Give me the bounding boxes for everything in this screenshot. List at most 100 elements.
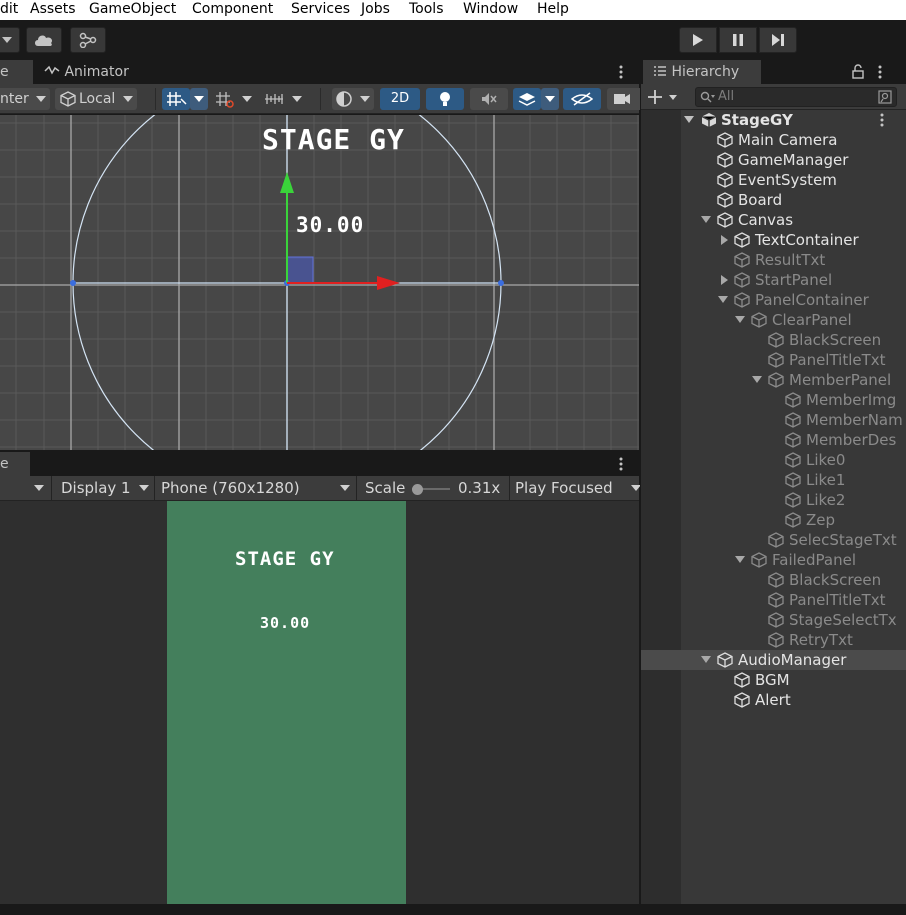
hierarchy-item[interactable]: Like0 bbox=[641, 450, 906, 470]
hierarchy-item[interactable]: PanelTitleTxt bbox=[641, 590, 906, 610]
chevron-down-icon[interactable] bbox=[701, 655, 711, 665]
menu-edit[interactable]: dit bbox=[0, 0, 18, 18]
play-button[interactable] bbox=[679, 27, 717, 53]
account-dropdown-button[interactable] bbox=[0, 27, 20, 53]
grid-toggle[interactable] bbox=[212, 88, 238, 110]
menu-help[interactable]: Help bbox=[537, 0, 569, 18]
lighting-toggle[interactable] bbox=[426, 88, 464, 110]
version-control-button[interactable] bbox=[70, 27, 106, 53]
hierarchy-item[interactable]: MemberDes bbox=[641, 430, 906, 450]
effects-dropdown[interactable] bbox=[541, 88, 559, 110]
search-options-icon bbox=[878, 90, 892, 104]
hierarchy-item[interactable]: ResultTxt bbox=[641, 250, 906, 270]
hierarchy-item[interactable]: FailedPanel bbox=[641, 550, 906, 570]
pivot-dropdown[interactable]: nter bbox=[0, 88, 50, 110]
game-mode-dropdown[interactable] bbox=[0, 476, 50, 501]
chevron-down-icon[interactable] bbox=[735, 315, 745, 325]
game-more-menu-icon[interactable] bbox=[616, 456, 626, 472]
resolution-label: Phone (760x1280) bbox=[161, 479, 300, 497]
tab-scene[interactable]: e bbox=[0, 60, 33, 84]
gameobject-cube-icon bbox=[717, 652, 733, 668]
menu-component[interactable]: Component bbox=[192, 0, 273, 18]
hierarchy-item-label: FailedPanel bbox=[772, 551, 856, 569]
hierarchy-item[interactable]: PanelContainer bbox=[641, 290, 906, 310]
hierarchy-item[interactable]: TextContainer bbox=[641, 230, 906, 250]
scene-more-icon[interactable] bbox=[877, 113, 887, 127]
cloud-button[interactable] bbox=[26, 27, 62, 53]
hierarchy-item[interactable]: Like1 bbox=[641, 470, 906, 490]
hierarchy-item[interactable]: Zep bbox=[641, 510, 906, 530]
scene-tab-bar: e Animator bbox=[0, 60, 639, 84]
game-view[interactable]: STAGE GY 30.00 bbox=[0, 501, 639, 904]
hierarchy-item[interactable]: StartPanel bbox=[641, 270, 906, 290]
menu-assets[interactable]: Assets bbox=[30, 0, 76, 18]
chevron-down-icon[interactable] bbox=[735, 555, 745, 565]
mute-icon bbox=[482, 93, 497, 105]
tab-game[interactable]: e bbox=[0, 452, 30, 476]
hierarchy-item[interactable]: ClearPanel bbox=[641, 310, 906, 330]
hierarchy-item[interactable]: Alert bbox=[641, 690, 906, 710]
menu-jobs[interactable]: Jobs bbox=[361, 0, 390, 18]
create-dropdown[interactable] bbox=[647, 87, 681, 107]
chevron-down-icon[interactable] bbox=[701, 215, 711, 225]
effects-toggle[interactable] bbox=[513, 88, 541, 110]
chevron-down-icon[interactable] bbox=[718, 295, 728, 305]
hierarchy-item[interactable]: Board bbox=[641, 190, 906, 210]
chevron-down-icon bbox=[123, 96, 133, 102]
resolution-dropdown[interactable]: Phone (760x1280) bbox=[161, 476, 355, 501]
scale-slider[interactable] bbox=[412, 484, 450, 495]
hierarchy-item[interactable]: PanelTitleTxt bbox=[641, 350, 906, 370]
pause-button[interactable] bbox=[719, 27, 757, 53]
list-icon bbox=[654, 66, 666, 76]
grid-dropdown[interactable] bbox=[238, 88, 256, 110]
hidden-objects-toggle[interactable] bbox=[563, 88, 601, 110]
hierarchy-item[interactable]: MemberNam bbox=[641, 410, 906, 430]
tab-animator[interactable]: Animator bbox=[44, 60, 144, 84]
grid-snap-toggle[interactable] bbox=[162, 88, 190, 110]
hierarchy-more-menu-icon[interactable] bbox=[875, 64, 885, 80]
scene-view[interactable]: STAGE GY 30.00 bbox=[0, 115, 639, 450]
menu-services[interactable]: Services bbox=[291, 0, 350, 18]
step-icon bbox=[772, 34, 784, 46]
menu-tools[interactable]: Tools bbox=[409, 0, 444, 18]
increment-snap-toggle[interactable] bbox=[262, 88, 306, 110]
lock-icon[interactable] bbox=[851, 64, 865, 80]
tab-hierarchy[interactable]: Hierarchy bbox=[643, 60, 761, 84]
hierarchy-item[interactable]: RetryTxt bbox=[641, 630, 906, 650]
chevron-down-icon[interactable] bbox=[684, 115, 694, 125]
hierarchy-scene-root[interactable]: StageGY bbox=[641, 110, 906, 130]
audio-toggle[interactable] bbox=[470, 88, 508, 110]
draw-mode-dropdown[interactable] bbox=[332, 88, 374, 110]
hierarchy-item[interactable]: GameManager bbox=[641, 150, 906, 170]
hierarchy-item[interactable]: BlackScreen bbox=[641, 570, 906, 590]
step-button[interactable] bbox=[759, 27, 797, 53]
2d-mode-toggle[interactable]: 2D bbox=[380, 88, 420, 110]
hierarchy-search-input[interactable]: All bbox=[695, 87, 897, 107]
scene-more-menu-icon[interactable] bbox=[616, 64, 626, 80]
hierarchy-item[interactable]: MemberPanel bbox=[641, 370, 906, 390]
hierarchy-item[interactable]: SelecStageTxt bbox=[641, 530, 906, 550]
hierarchy-item[interactable]: Like2 bbox=[641, 490, 906, 510]
gameobject-cube-icon bbox=[734, 232, 750, 248]
hierarchy-item[interactable]: AudioManager bbox=[641, 650, 906, 670]
display-dropdown[interactable]: Display 1 bbox=[61, 476, 153, 501]
menu-gameobject[interactable]: GameObject bbox=[89, 0, 176, 18]
hierarchy-item[interactable]: Canvas bbox=[641, 210, 906, 230]
grid-snap-dropdown[interactable] bbox=[190, 88, 208, 110]
space-dropdown[interactable]: Local bbox=[55, 88, 137, 110]
hierarchy-item[interactable]: Main Camera bbox=[641, 130, 906, 150]
hierarchy-item[interactable]: StageSelectTx bbox=[641, 610, 906, 630]
hierarchy-item[interactable]: MemberImg bbox=[641, 390, 906, 410]
hierarchy-item[interactable]: EventSystem bbox=[641, 170, 906, 190]
hierarchy-item[interactable]: BGM bbox=[641, 670, 906, 690]
chevron-right-icon[interactable] bbox=[720, 275, 730, 285]
grid-icon bbox=[216, 92, 234, 108]
scale-slider-thumb[interactable] bbox=[412, 484, 423, 495]
menu-window[interactable]: Window bbox=[463, 0, 518, 18]
chevron-right-icon[interactable] bbox=[720, 235, 730, 245]
scene-timer-text: 30.00 bbox=[296, 213, 365, 237]
hierarchy-item[interactable]: BlackScreen bbox=[641, 330, 906, 350]
chevron-down-icon[interactable] bbox=[752, 375, 762, 385]
play-mode-dropdown[interactable]: Play Focused bbox=[515, 476, 641, 501]
hierarchy-item-label: Like1 bbox=[806, 471, 846, 489]
